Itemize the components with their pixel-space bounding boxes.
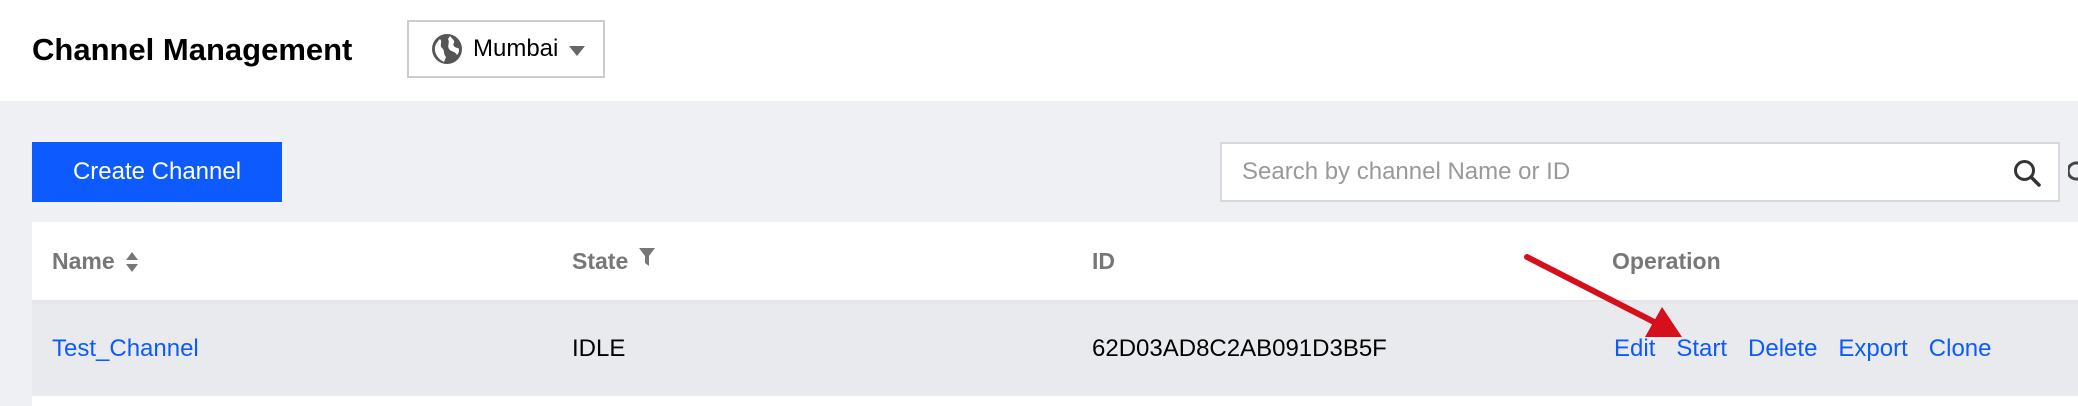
region-selected-value: Mumbai [473,35,559,62]
filter-icon[interactable] [638,246,656,268]
search-icon[interactable] [2012,158,2042,188]
create-channel-button[interactable]: Create Channel [32,142,282,202]
column-header-state[interactable]: State [572,246,656,275]
column-name-label: Name [52,248,115,274]
search-box [1220,142,2060,202]
page-header: Channel Management Mumbai [0,0,2078,101]
table-row: Test_Channel IDLE 62D03AD8C2AB091D3B5F E… [32,302,2078,396]
column-id-label: ID [1092,248,1115,274]
annotation-arrow-icon [1524,254,1682,337]
channel-id: 62D03AD8C2AB091D3B5F [1092,335,1387,362]
channel-name-link[interactable]: Test_Channel [52,335,199,363]
chevron-down-icon [569,46,585,56]
sort-icon[interactable] [125,251,139,273]
page-title: Channel Management [32,32,353,67]
column-header-name[interactable]: Name [52,248,139,275]
search-input[interactable] [1222,144,1982,200]
column-header-id: ID [1092,248,1115,275]
channel-state: IDLE [572,335,626,362]
table-header: Name State ID Operation [32,222,2078,302]
channel-table: Name State ID Operation Test_Channel IDL… [32,222,2078,406]
region-dropdown[interactable]: Mumbai [407,20,605,78]
delete-link[interactable]: Delete [1748,335,1817,363]
column-state-label: State [572,248,629,274]
export-link[interactable]: Export [1838,335,1907,363]
clone-link[interactable]: Clone [1929,335,1992,363]
globe-icon [432,34,462,64]
refresh-icon[interactable] [2068,160,2078,182]
